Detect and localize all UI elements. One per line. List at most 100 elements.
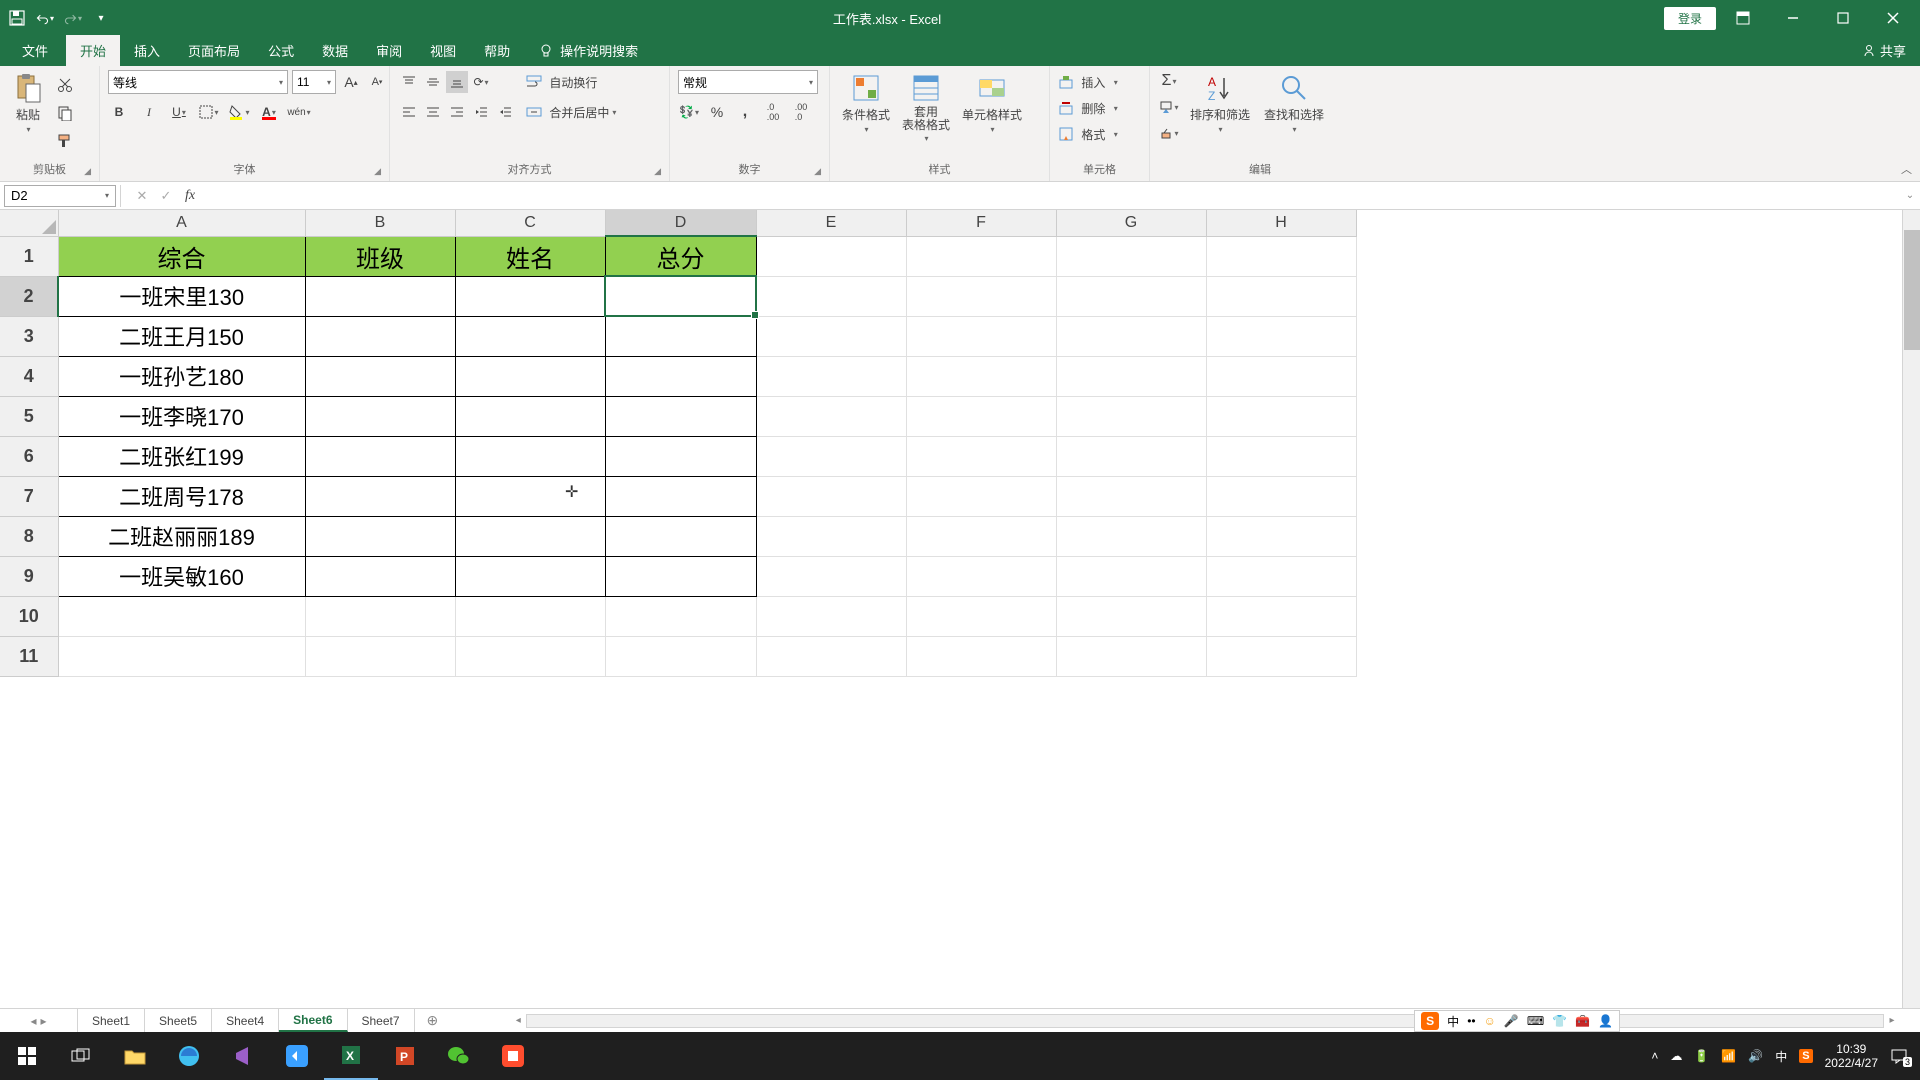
- cell-B7[interactable]: [305, 476, 455, 516]
- cell-D7[interactable]: [605, 476, 756, 516]
- increase-decimal-icon[interactable]: .0.00: [762, 101, 784, 123]
- sort-filter-button[interactable]: AZ排序和筛选▾: [1186, 70, 1254, 136]
- row-head-9[interactable]: 9: [0, 556, 58, 596]
- cell-C11[interactable]: [455, 636, 605, 676]
- cell-C9[interactable]: [455, 556, 605, 596]
- app-icon-2[interactable]: [486, 1032, 540, 1080]
- redo-icon[interactable]: ▾: [64, 9, 82, 27]
- cell-F7[interactable]: [906, 476, 1056, 516]
- cell-F1[interactable]: [906, 236, 1056, 276]
- align-bottom-icon[interactable]: [446, 71, 468, 93]
- cell-B1[interactable]: 班级: [305, 236, 455, 276]
- powerpoint-icon[interactable]: P: [378, 1032, 432, 1080]
- number-launcher-icon[interactable]: ◢: [814, 166, 821, 177]
- col-head-D[interactable]: D: [605, 210, 756, 236]
- decrease-indent-icon[interactable]: [470, 101, 492, 123]
- clipboard-launcher-icon[interactable]: ◢: [84, 166, 91, 177]
- border-icon[interactable]: ▾: [198, 101, 220, 123]
- ime-user-icon[interactable]: 👤: [1598, 1014, 1613, 1028]
- tab-help[interactable]: 帮助: [470, 35, 524, 66]
- bold-button[interactable]: B: [108, 101, 130, 123]
- cell-C5[interactable]: [455, 396, 605, 436]
- col-head-G[interactable]: G: [1056, 210, 1206, 236]
- cell-G7[interactable]: [1056, 476, 1206, 516]
- cell-D1[interactable]: 总分: [605, 236, 756, 276]
- align-center-icon[interactable]: [422, 101, 444, 123]
- wechat-icon[interactable]: [432, 1032, 486, 1080]
- cell-H5[interactable]: [1206, 396, 1356, 436]
- cell-A10[interactable]: [58, 596, 305, 636]
- tab-formulas[interactable]: 公式: [254, 35, 308, 66]
- increase-font-icon[interactable]: A▴: [340, 71, 362, 93]
- decrease-font-icon[interactable]: A▾: [366, 71, 388, 93]
- row-head-6[interactable]: 6: [0, 436, 58, 476]
- cell-G10[interactable]: [1056, 596, 1206, 636]
- col-head-C[interactable]: C: [455, 210, 605, 236]
- ime-emoji-icon[interactable]: ☺: [1484, 1014, 1496, 1028]
- formula-expand-icon[interactable]: ⌄: [1900, 190, 1920, 201]
- ribbon-display-icon[interactable]: [1720, 0, 1766, 36]
- cell-C1[interactable]: 姓名: [455, 236, 605, 276]
- cell-H6[interactable]: [1206, 436, 1356, 476]
- cell-E7[interactable]: [756, 476, 906, 516]
- cell-A8[interactable]: 二班赵丽丽189: [58, 516, 305, 556]
- cell-B6[interactable]: [305, 436, 455, 476]
- cell-styles-button[interactable]: 单元格样式▾: [958, 70, 1026, 136]
- cell-G2[interactable]: [1056, 276, 1206, 316]
- cell-D9[interactable]: [605, 556, 756, 596]
- copy-icon[interactable]: [54, 102, 76, 124]
- insert-cells-button[interactable]: 插入 ▾: [1058, 70, 1118, 94]
- align-right-icon[interactable]: [446, 101, 468, 123]
- edge-icon[interactable]: [162, 1032, 216, 1080]
- format-cells-button[interactable]: 格式 ▾: [1058, 122, 1118, 146]
- cell-B2[interactable]: [305, 276, 455, 316]
- cell-C3[interactable]: [455, 316, 605, 356]
- excel-taskbar-icon[interactable]: X: [324, 1032, 378, 1080]
- qat-customize-icon[interactable]: ▾: [92, 9, 110, 27]
- cell-E9[interactable]: [756, 556, 906, 596]
- cell-B11[interactable]: [305, 636, 455, 676]
- tab-review[interactable]: 审阅: [362, 35, 416, 66]
- row-head-2[interactable]: 2: [0, 276, 58, 316]
- row-head-4[interactable]: 4: [0, 356, 58, 396]
- clear-icon[interactable]: ▾: [1158, 122, 1180, 144]
- ime-mic-icon[interactable]: 🎤: [1504, 1014, 1519, 1028]
- fill-color-icon[interactable]: ▾: [228, 101, 250, 123]
- col-head-F[interactable]: F: [906, 210, 1056, 236]
- font-launcher-icon[interactable]: ◢: [374, 166, 381, 177]
- cell-F4[interactable]: [906, 356, 1056, 396]
- cell-D10[interactable]: [605, 596, 756, 636]
- ime-skin-icon[interactable]: 👕: [1552, 1014, 1567, 1028]
- cell-H1[interactable]: [1206, 236, 1356, 276]
- format-painter-icon[interactable]: [54, 130, 76, 152]
- cell-G6[interactable]: [1056, 436, 1206, 476]
- cell-B3[interactable]: [305, 316, 455, 356]
- cell-E4[interactable]: [756, 356, 906, 396]
- font-size-select[interactable]: 11▾: [292, 70, 336, 94]
- phonetic-icon[interactable]: wén▾: [288, 101, 310, 123]
- cell-G5[interactable]: [1056, 396, 1206, 436]
- formula-input[interactable]: [202, 185, 1900, 207]
- minimize-icon[interactable]: [1770, 0, 1816, 36]
- delete-cells-button[interactable]: 删除 ▾: [1058, 96, 1118, 120]
- font-name-select[interactable]: 等线▾: [108, 70, 288, 94]
- cell-G4[interactable]: [1056, 356, 1206, 396]
- cell-H2[interactable]: [1206, 276, 1356, 316]
- collapse-ribbon-icon[interactable]: ︿: [1901, 161, 1912, 177]
- formula-enter-icon[interactable]: ✓: [154, 185, 178, 207]
- cell-C10[interactable]: [455, 596, 605, 636]
- cell-F9[interactable]: [906, 556, 1056, 596]
- tab-view[interactable]: 视图: [416, 35, 470, 66]
- cell-A1[interactable]: 综合: [58, 236, 305, 276]
- formula-cancel-icon[interactable]: ✕: [130, 185, 154, 207]
- find-select-button[interactable]: 查找和选择▾: [1260, 70, 1328, 136]
- tray-sogou-icon[interactable]: S: [1799, 1049, 1812, 1063]
- col-head-E[interactable]: E: [756, 210, 906, 236]
- new-sheet-button[interactable]: ⊕: [415, 1012, 451, 1029]
- tab-home[interactable]: 开始: [66, 35, 120, 66]
- cell-E10[interactable]: [756, 596, 906, 636]
- cell-D3[interactable]: [605, 316, 756, 356]
- tray-clock[interactable]: 10:39 2022/4/27: [1825, 1042, 1878, 1070]
- cell-B5[interactable]: [305, 396, 455, 436]
- align-middle-icon[interactable]: [422, 71, 444, 93]
